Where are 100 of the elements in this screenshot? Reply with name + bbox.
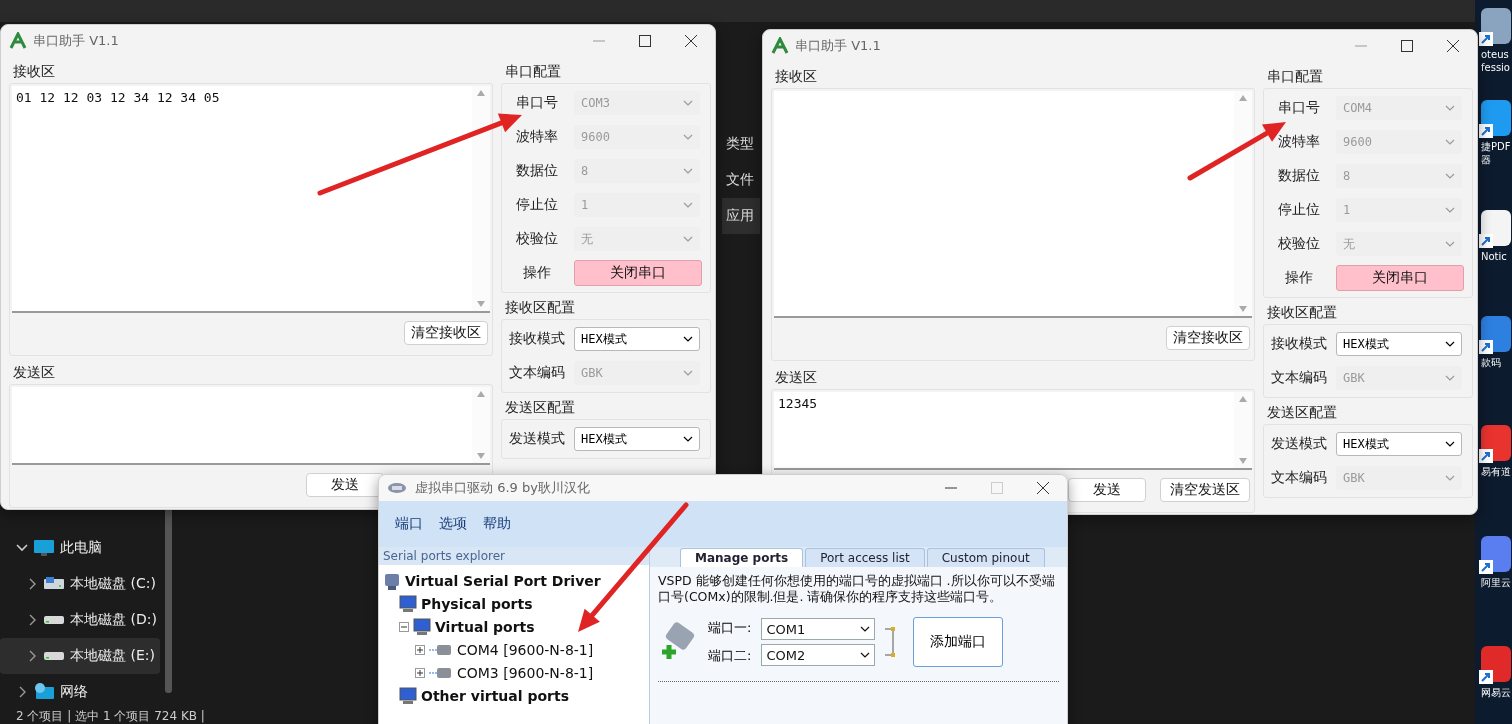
tree-item[interactable]: Other virtual ports <box>421 687 569 704</box>
field-label: 停止位 <box>1277 201 1321 219</box>
desktop-icon-label: 网易云 <box>1481 686 1511 699</box>
dropdown-caret-icon <box>683 168 693 174</box>
group-label: 串口配置 <box>1266 67 1324 86</box>
field-label: 发送模式 <box>508 430 566 448</box>
field-label: 操作 <box>522 264 552 282</box>
list-row[interactable]: 应用 <box>722 198 760 234</box>
dropdown-caret-icon <box>1445 139 1455 145</box>
field-label: 校验位 <box>515 230 559 248</box>
dropdown[interactable]: HEX模式 <box>574 327 700 351</box>
dropdown-caret-icon <box>860 652 871 658</box>
dropdown-caret-icon <box>683 236 693 242</box>
group-label: 接收区配置 <box>504 298 576 317</box>
add-port-button[interactable]: 添加端口 <box>913 617 1004 667</box>
field-label: 文本编码 <box>1270 469 1328 487</box>
tab[interactable]: Custom pinout <box>926 548 1045 567</box>
app-tile-icon[interactable] <box>1481 8 1511 44</box>
tree-item[interactable]: COM3 [9600-N-8-1] <box>457 664 594 681</box>
send-area-button[interactable]: 清空发送区 <box>1160 478 1250 502</box>
window-title: 串口助手 V1.1 <box>795 37 881 55</box>
expand-icon[interactable] <box>415 644 425 655</box>
group-label: 接收区配置 <box>1266 303 1338 322</box>
pair-bracket-icon <box>885 626 898 658</box>
tree-item[interactable]: COM4 [9600-N-8-1] <box>457 641 594 658</box>
scrollbar[interactable] <box>165 508 172 693</box>
close-icon[interactable] <box>685 35 697 47</box>
field-label: 数据位 <box>515 162 559 180</box>
dropdown[interactable]: COM1 <box>761 618 876 640</box>
list-row[interactable]: 类型 <box>722 126 760 162</box>
clear-receive-button[interactable]: 清空接收区 <box>1166 326 1250 350</box>
field-label: 校验位 <box>1277 235 1321 253</box>
dropdown-caret-icon <box>1445 375 1455 381</box>
list-row[interactable]: 文件 <box>722 162 760 198</box>
dropdown[interactable]: HEX模式 <box>1336 332 1462 356</box>
maximize-icon <box>991 482 1003 494</box>
close-icon[interactable] <box>1447 40 1459 52</box>
tree-item[interactable]: Virtual Serial Port Driver <box>405 572 601 589</box>
group-label: 发送区 <box>774 368 818 387</box>
send-area-button[interactable]: 发送 <box>1068 478 1146 502</box>
app-logo-icon <box>9 32 27 50</box>
menu-item[interactable]: 端口 <box>395 515 423 533</box>
dropdown-caret-icon <box>1445 105 1455 111</box>
dropdown[interactable]: HEX模式 <box>1336 432 1462 456</box>
dropdown-caret-icon <box>1445 207 1455 213</box>
nav-item[interactable]: 网络 <box>0 674 160 710</box>
maximize-icon[interactable] <box>1401 40 1413 52</box>
dropdown-caret-icon <box>683 370 693 376</box>
dropdown-caret-icon <box>683 134 693 140</box>
maximize-icon[interactable] <box>639 35 651 47</box>
nav-item[interactable]: 本地磁盘 (C:) <box>0 566 160 602</box>
app-tile-icon[interactable] <box>1481 425 1511 461</box>
window-title: 虚拟串口驱动 6.9 by耿川汉化 <box>415 479 590 497</box>
desktop-icon-label: fessio <box>1481 61 1510 74</box>
plug-icon <box>387 480 407 496</box>
dropdown-caret-icon <box>1445 173 1455 179</box>
field-label: 串口号 <box>515 94 559 112</box>
dropdown-caret-icon <box>1445 441 1455 447</box>
send-area-button[interactable]: 发送 <box>306 473 384 497</box>
tree-item[interactable]: Virtual ports <box>435 618 535 635</box>
desktop-icon-label: oteus <box>1481 48 1509 61</box>
group-label: 发送区 <box>12 363 56 382</box>
expand-icon[interactable] <box>415 667 425 678</box>
port-driver-icon <box>383 571 401 590</box>
nav-item[interactable]: 本地磁盘 (D:) <box>0 602 160 638</box>
app-tile-icon[interactable] <box>1481 536 1511 572</box>
dropdown[interactable]: HEX模式 <box>574 427 700 451</box>
close-port-button[interactable]: 关闭串口 <box>1336 265 1464 291</box>
tab[interactable]: Manage ports <box>680 548 804 567</box>
tab[interactable]: Port access list <box>805 548 925 567</box>
collapse-icon[interactable] <box>399 621 409 632</box>
app-tile-icon[interactable] <box>1481 210 1511 246</box>
text-area[interactable] <box>12 387 490 465</box>
nav-item[interactable]: 本地磁盘 (E:) <box>0 638 160 674</box>
close-port-button[interactable]: 关闭串口 <box>574 260 702 286</box>
monitor-icon <box>34 540 54 556</box>
system-drive-icon <box>44 577 64 591</box>
app-tile-icon[interactable] <box>1481 316 1511 352</box>
status-text: 2 个项目 | 选中 1 个项目 724 KB | <box>16 708 205 724</box>
dropdown-caret-icon <box>860 626 871 632</box>
dropdown-caret-icon <box>1445 475 1455 481</box>
app-tile-icon[interactable] <box>1481 646 1511 682</box>
dropdown-caret-icon <box>1445 241 1455 247</box>
nav-item[interactable]: 此电脑 <box>0 530 160 566</box>
field-label: 文本编码 <box>1270 369 1328 387</box>
chevron-down-icon[interactable] <box>16 544 28 552</box>
dropdown[interactable]: COM2 <box>761 644 876 666</box>
text-area[interactable]: 01 12 12 03 12 34 12 34 05 <box>12 86 490 313</box>
text-area[interactable]: 12345 <box>774 392 1252 470</box>
field-label: 波特率 <box>1277 133 1321 151</box>
field-label: 波特率 <box>515 128 559 146</box>
dropdown-caret-icon <box>683 202 693 208</box>
menu-item[interactable]: 选项 <box>439 515 467 533</box>
menu-item[interactable]: 帮助 <box>483 515 511 533</box>
field-label: 端口二: <box>708 647 752 665</box>
desktop-icon-label: Notic <box>1481 250 1507 263</box>
tree-item[interactable]: Physical ports <box>421 595 533 612</box>
close-icon[interactable] <box>1037 482 1049 494</box>
clear-receive-button[interactable]: 清空接收区 <box>404 321 488 345</box>
app-tile-icon[interactable] <box>1481 100 1511 136</box>
